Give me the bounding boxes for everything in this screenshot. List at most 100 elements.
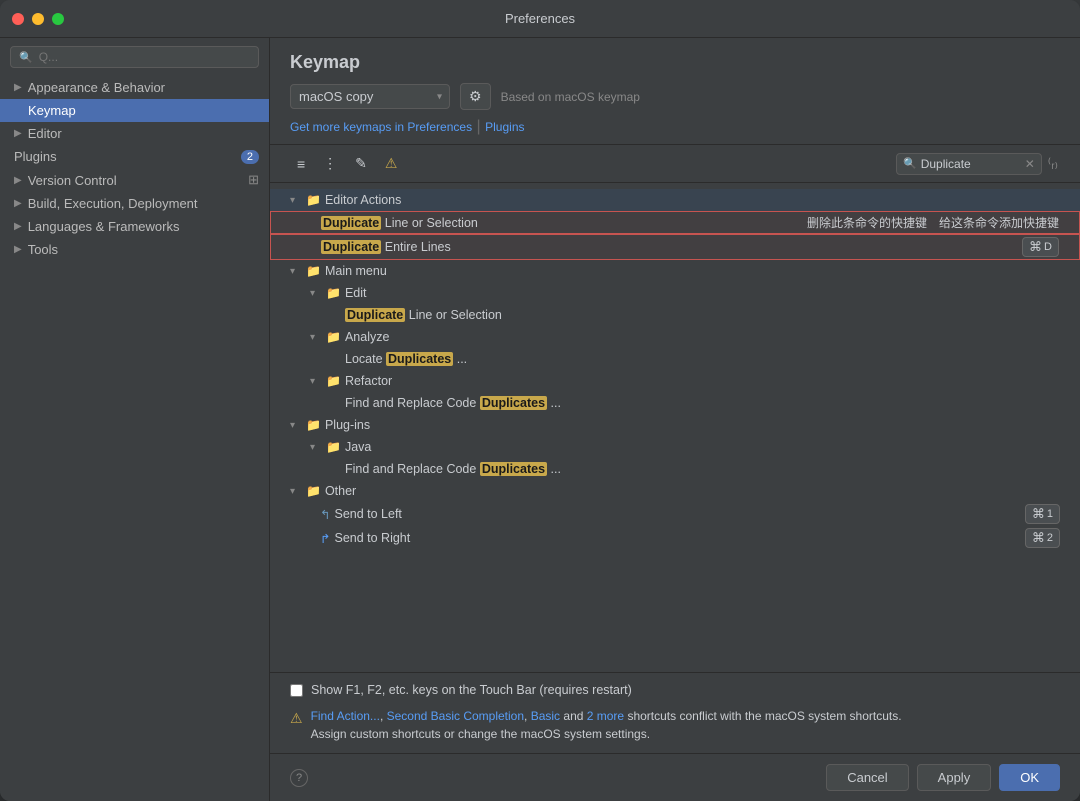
sidebar-item-label: Tools bbox=[28, 242, 58, 257]
sidebar-item-tools[interactable]: ▶ Tools bbox=[0, 238, 269, 261]
tree-section-refactor[interactable]: ▾ 📁 Refactor bbox=[270, 370, 1080, 392]
sidebar-item-keymap[interactable]: Keymap bbox=[0, 99, 269, 122]
section-chevron-icon: ▾ bbox=[310, 332, 322, 343]
get-more-row: Get more keymaps in Preferences | Plugin… bbox=[290, 118, 1060, 136]
help-button[interactable]: ? bbox=[290, 769, 308, 787]
tree-row-mm-dup-line-sel[interactable]: Duplicate Line or Selection bbox=[270, 304, 1080, 326]
sidebar-item-build[interactable]: ▶ Build, Execution, Deployment bbox=[0, 192, 269, 215]
basic-link[interactable]: Basic bbox=[531, 709, 560, 723]
tree-item-label: Send to Left bbox=[334, 507, 401, 521]
add-shortcut-action[interactable]: 给这条命令添加快捷键 bbox=[939, 214, 1059, 231]
gear-button[interactable]: ⚙ bbox=[460, 83, 491, 110]
dialog-buttons-row: ? Cancel Apply OK bbox=[270, 753, 1080, 801]
panel-header: Keymap macOS copy ▾ ⚙ Based on macOS key… bbox=[270, 38, 1080, 145]
checkbox-row: Show F1, F2, etc. keys on the Touch Bar … bbox=[290, 683, 1060, 697]
tree-section-editor-actions[interactable]: ▾ 📁 Editor Actions bbox=[270, 189, 1080, 211]
collapse-button[interactable]: ⋮ bbox=[316, 151, 344, 176]
label-post: ... bbox=[551, 462, 561, 476]
tree-row-dup-line-sel[interactable]: Duplicate Line or Selection 删除此条命令的快捷键 给… bbox=[270, 211, 1080, 234]
expand-all-button[interactable]: ≡ bbox=[290, 152, 312, 176]
tree-row-dup-entire[interactable]: Duplicate Entire Lines ⌘D bbox=[270, 234, 1080, 260]
tree-section-analyze[interactable]: ▾ 📁 Analyze bbox=[270, 326, 1080, 348]
label-suffix: Line or Selection bbox=[385, 216, 478, 230]
close-button[interactable] bbox=[12, 13, 24, 25]
section-chevron-icon: ▾ bbox=[310, 376, 322, 387]
tree-item-label: Find and Replace Code Duplicates ... bbox=[345, 396, 561, 410]
tree-section-plug-ins[interactable]: ▾ 📁 Plug-ins bbox=[270, 414, 1080, 436]
cmd-symbol: ⌘ bbox=[1032, 530, 1045, 546]
remove-shortcut-action[interactable]: 删除此条命令的快捷键 bbox=[807, 214, 927, 231]
tree-row-locate-dup[interactable]: Locate Duplicates ... bbox=[270, 348, 1080, 370]
tree-item-label: Duplicate Entire Lines bbox=[321, 240, 451, 254]
get-more-link[interactable]: Get more keymaps in Preferences bbox=[290, 120, 472, 134]
tree-section-other[interactable]: ▾ 📁 Other bbox=[270, 480, 1080, 502]
section-label: Other bbox=[325, 484, 356, 498]
search-icon: 🔍 bbox=[19, 51, 33, 64]
warning-suffix: shortcuts conflict with the macOS system… bbox=[627, 709, 901, 723]
warning-line2: Assign custom shortcuts or change the ma… bbox=[311, 727, 650, 741]
touchbar-label: Show F1, F2, etc. keys on the Touch Bar … bbox=[311, 683, 632, 697]
based-on-label: Based on macOS keymap bbox=[501, 90, 640, 104]
preferences-window: Preferences 🔍 ▶ Appearance & Behavior Ke… bbox=[0, 0, 1080, 801]
send-right-icon: ↱ bbox=[320, 531, 330, 546]
tree-item-label: Duplicate Line or Selection bbox=[321, 216, 478, 230]
touchbar-checkbox[interactable] bbox=[290, 684, 303, 697]
sidebar-item-editor[interactable]: ▶ Editor bbox=[0, 122, 269, 145]
tree-row-find-replace-dup[interactable]: Find and Replace Code Duplicates ... bbox=[270, 392, 1080, 414]
plugins-link[interactable]: Plugins bbox=[485, 120, 524, 134]
plugins-badge: 2 bbox=[241, 150, 259, 164]
second-basic-link[interactable]: Second Basic Completion bbox=[387, 709, 524, 723]
action-buttons: Cancel Apply OK bbox=[826, 764, 1060, 791]
more-link[interactable]: 2 more bbox=[587, 709, 624, 723]
sidebar-search-input[interactable] bbox=[39, 50, 250, 64]
sidebar-item-version-control[interactable]: ▶ Version Control ⊞ bbox=[0, 168, 269, 192]
minimize-button[interactable] bbox=[32, 13, 44, 25]
apply-button[interactable]: Apply bbox=[917, 764, 992, 791]
sidebar-item-languages[interactable]: ▶ Languages & Frameworks bbox=[0, 215, 269, 238]
section-chevron-icon: ▾ bbox=[290, 266, 302, 277]
search-icon: 🔍 bbox=[903, 157, 917, 170]
label-suffix: Line or Selection bbox=[409, 308, 502, 322]
chevron-icon: ▶ bbox=[14, 175, 22, 186]
tree-item-label: Send to Right bbox=[334, 531, 410, 545]
warning-text: Find Action..., Second Basic Completion,… bbox=[311, 707, 902, 743]
find-action-link[interactable]: Find Action... bbox=[311, 709, 380, 723]
warning-row: ⚠ Find Action..., Second Basic Completio… bbox=[290, 707, 1060, 743]
section-label: Main menu bbox=[325, 264, 387, 278]
cmd-symbol: ⌘ bbox=[1029, 239, 1042, 255]
maximize-button[interactable] bbox=[52, 13, 64, 25]
tree-section-java[interactable]: ▾ 📁 Java bbox=[270, 436, 1080, 458]
keymap-controls: macOS copy ▾ ⚙ Based on macOS keymap bbox=[290, 83, 1060, 110]
sidebar-item-label: Version Control bbox=[28, 173, 117, 188]
highlight-duplicates: Duplicates bbox=[386, 352, 453, 366]
sidebar: 🔍 ▶ Appearance & Behavior Keymap ▶ Edito… bbox=[0, 38, 270, 801]
cancel-button[interactable]: Cancel bbox=[826, 764, 908, 791]
sidebar-item-plugins[interactable]: Plugins 2 bbox=[0, 145, 269, 168]
main-panel: Keymap macOS copy ▾ ⚙ Based on macOS key… bbox=[270, 38, 1080, 801]
send-left-icon: ↰ bbox=[320, 507, 330, 522]
regex-button[interactable]: ⁽ᵣ₎ bbox=[1046, 155, 1060, 172]
highlight-duplicate: Duplicate bbox=[321, 240, 381, 254]
keymap-select[interactable]: macOS copy bbox=[290, 84, 450, 109]
search-input[interactable] bbox=[921, 157, 1021, 171]
warning-button[interactable]: ⚠ bbox=[378, 151, 405, 176]
tree-section-main-menu[interactable]: ▾ 📁 Main menu bbox=[270, 260, 1080, 282]
clear-search-button[interactable]: ✕ bbox=[1025, 157, 1035, 171]
folder-icon: 📁 bbox=[326, 374, 341, 388]
folder-icon: 📁 bbox=[326, 286, 341, 300]
chevron-icon: ▶ bbox=[14, 128, 22, 139]
edit-button[interactable]: ✎ bbox=[348, 151, 374, 176]
tree-row-send-left[interactable]: ↰ Send to Left ⌘1 bbox=[270, 502, 1080, 526]
tree-row-java-find-replace-dup[interactable]: Find and Replace Code Duplicates ... bbox=[270, 458, 1080, 480]
tree-item-label: Duplicate Line or Selection bbox=[345, 308, 502, 322]
section-chevron-icon: ▾ bbox=[310, 442, 322, 453]
ok-button[interactable]: OK bbox=[999, 764, 1060, 791]
panel-title: Keymap bbox=[290, 52, 1060, 73]
tree-row-send-right[interactable]: ↱ Send to Right ⌘2 bbox=[270, 526, 1080, 550]
folder-icon: 📁 bbox=[306, 264, 321, 278]
tree-section-edit[interactable]: ▾ 📁 Edit bbox=[270, 282, 1080, 304]
folder-icon: 📁 bbox=[306, 484, 321, 498]
sidebar-item-appearance[interactable]: ▶ Appearance & Behavior bbox=[0, 76, 269, 99]
tree-area[interactable]: ▾ 📁 Editor Actions Duplicate Line or Sel… bbox=[270, 183, 1080, 672]
sidebar-item-label: Plugins bbox=[14, 149, 57, 164]
